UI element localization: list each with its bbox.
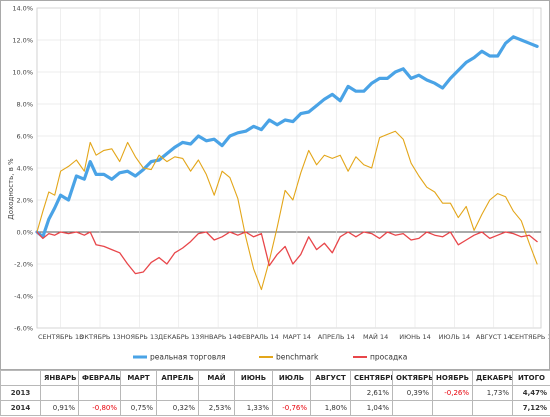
x-axis-ticks: СЕНТЯБРЬ 13ОКТЯБРЬ 13 НОЯБРЬ 13 ДЕКАБРЬ 13… — [38, 332, 549, 341]
x-tick-label: ДЕКАБРЬ 13 — [158, 333, 199, 341]
month-value-cell: 1,04% — [350, 400, 393, 416]
month-value-cell: 1,33% — [234, 400, 273, 416]
y-tick-label: 0.0% — [16, 228, 33, 236]
y-axis-label: Доходность, в % — [7, 158, 15, 220]
month-value-cell: 0,32% — [156, 400, 199, 416]
table-header-cell: ЯНВАРЬ — [40, 370, 79, 386]
y-tick-label: 4.0% — [16, 164, 33, 172]
x-tick-label: МАЙ 14 — [363, 332, 388, 341]
x-tick-label: ФЕВРАЛЬ 14 — [236, 333, 278, 341]
performance-chart: -6.0% -4.0% -2.0% 0.0% 2.0% 4.0% 6.0% 8.0% 10.0%… — [7, 4, 549, 362]
month-value-cell: 1,73% — [472, 385, 513, 401]
month-value-cell — [310, 385, 351, 401]
x-tick-label: ОКТЯБРЬ 13 — [79, 333, 120, 341]
x-tick-label: ИЮНЬ 14 — [399, 333, 431, 341]
month-value-cell: 1,80% — [310, 400, 351, 416]
x-tick-label: ЯНВАРЬ 14 — [200, 333, 237, 341]
table-header-cell: ИЮЛЬ — [272, 370, 311, 386]
legend-label: реальная торговля — [150, 353, 226, 362]
table-header-cell: НОЯБРЬ — [432, 370, 473, 386]
month-value-cell — [432, 400, 473, 416]
table-row: 2013 2,61% 0,39% -0,26% 1,73% 4,47% — [0, 385, 550, 401]
table-header-cell: ИЮНЬ — [234, 370, 273, 386]
year-cell: 2014 — [0, 400, 41, 416]
month-value-cell: -0,76% — [272, 400, 311, 416]
legend-label: benchmark — [276, 353, 319, 362]
month-value-cell — [472, 400, 513, 416]
table-header-row: ЯНВАРЬ ФЕВРАЛЬ МАРТ АПРЕЛЬ МАЙ ИЮНЬ ИЮЛЬ АВГУСТ… — [0, 370, 550, 386]
month-value-cell: 0,39% — [392, 385, 433, 401]
y-tick-label: -2.0% — [14, 260, 33, 268]
month-value-cell — [78, 385, 121, 401]
x-tick-label: АВГУСТ 14 — [476, 333, 512, 341]
table-header-cell: СЕНТЯБРЬ — [350, 370, 393, 386]
x-tick-label: НОЯБРЬ 13 — [121, 333, 159, 341]
legend: реальная торговля benchmark просадка — [133, 353, 407, 362]
x-tick-label: СЕНТЯБРЬ 13 — [38, 333, 83, 341]
y-tick-label: 6.0% — [16, 132, 33, 140]
month-value-cell — [120, 385, 157, 401]
series-line-2 — [36, 130, 538, 291]
total-cell: 4,47% — [512, 385, 550, 401]
chart-frame: -6.0% -4.0% -2.0% 0.0% 2.0% 4.0% 6.0% 8.0% 10.0%… — [0, 0, 550, 370]
table-row: 2014 0,91% -0,80% 0,75% 0,32% 2,53% 1,33% -0,76… — [0, 400, 550, 416]
y-tick-label: -4.0% — [14, 292, 33, 300]
y-tick-label: 14.0% — [12, 4, 33, 12]
table-header-cell: АВГУСТ — [310, 370, 351, 386]
table-body: 2013 2,61% 0,39% -0,26% 1,73% 4,47% 2014 0,91% -… — [0, 385, 550, 416]
monthly-returns-table: ЯНВАРЬ ФЕВРАЛЬ МАРТ АПРЕЛЬ МАЙ ИЮНЬ ИЮЛЬ АВГУСТ… — [0, 370, 550, 416]
month-value-cell: 2,61% — [350, 385, 393, 401]
month-value-cell: -0,80% — [78, 400, 121, 416]
month-value-cell: 0,75% — [120, 400, 157, 416]
table-header-cell: МАЙ — [198, 370, 235, 386]
month-value-cell — [272, 385, 311, 401]
legend-label: просадка — [370, 353, 407, 362]
y-axis-ticks: -6.0% -4.0% -2.0% 0.0% 2.0% 4.0% 6.0% 8.0% 10.0%… — [12, 4, 33, 332]
table-header-cell: ОКТЯБРЬ — [392, 370, 433, 386]
y-tick-label: -6.0% — [14, 324, 33, 332]
month-value-cell — [156, 385, 199, 401]
month-value-cell — [198, 385, 235, 401]
month-value-cell — [40, 385, 79, 401]
total-cell: 7,12% — [512, 400, 550, 416]
y-tick-label: 12.0% — [12, 36, 33, 44]
grid — [36, 7, 542, 329]
table-header-cell: ДЕКАБРЬ — [472, 370, 513, 386]
series-line-3 — [36, 231, 538, 275]
month-value-cell: 0,91% — [40, 400, 79, 416]
table-header-cell: МАРТ — [120, 370, 157, 386]
table-header-cell: АПРЕЛЬ — [156, 370, 199, 386]
table-header-cell — [0, 370, 41, 386]
table-header-cell: ИТОГО — [512, 370, 550, 386]
series-line-1 — [35, 35, 539, 239]
series-lines — [35, 35, 539, 291]
y-tick-label: 8.0% — [16, 100, 33, 108]
x-tick-label: СЕНТЯБРЬ 14 — [511, 333, 549, 341]
month-value-cell: -0,26% — [432, 385, 473, 401]
y-tick-label: 2.0% — [16, 196, 33, 204]
x-tick-label: МАРТ 14 — [283, 333, 311, 341]
month-value-cell: 2,53% — [198, 400, 235, 416]
x-tick-label: ИЮЛЬ 14 — [439, 333, 471, 341]
y-tick-label: 10.0% — [12, 68, 33, 76]
month-value-cell — [234, 385, 273, 401]
month-value-cell — [392, 400, 433, 416]
table-header-cell: ФЕВРАЛЬ — [78, 370, 121, 386]
year-cell: 2013 — [0, 385, 41, 401]
x-tick-label: АПРЕЛЬ 14 — [318, 333, 355, 341]
